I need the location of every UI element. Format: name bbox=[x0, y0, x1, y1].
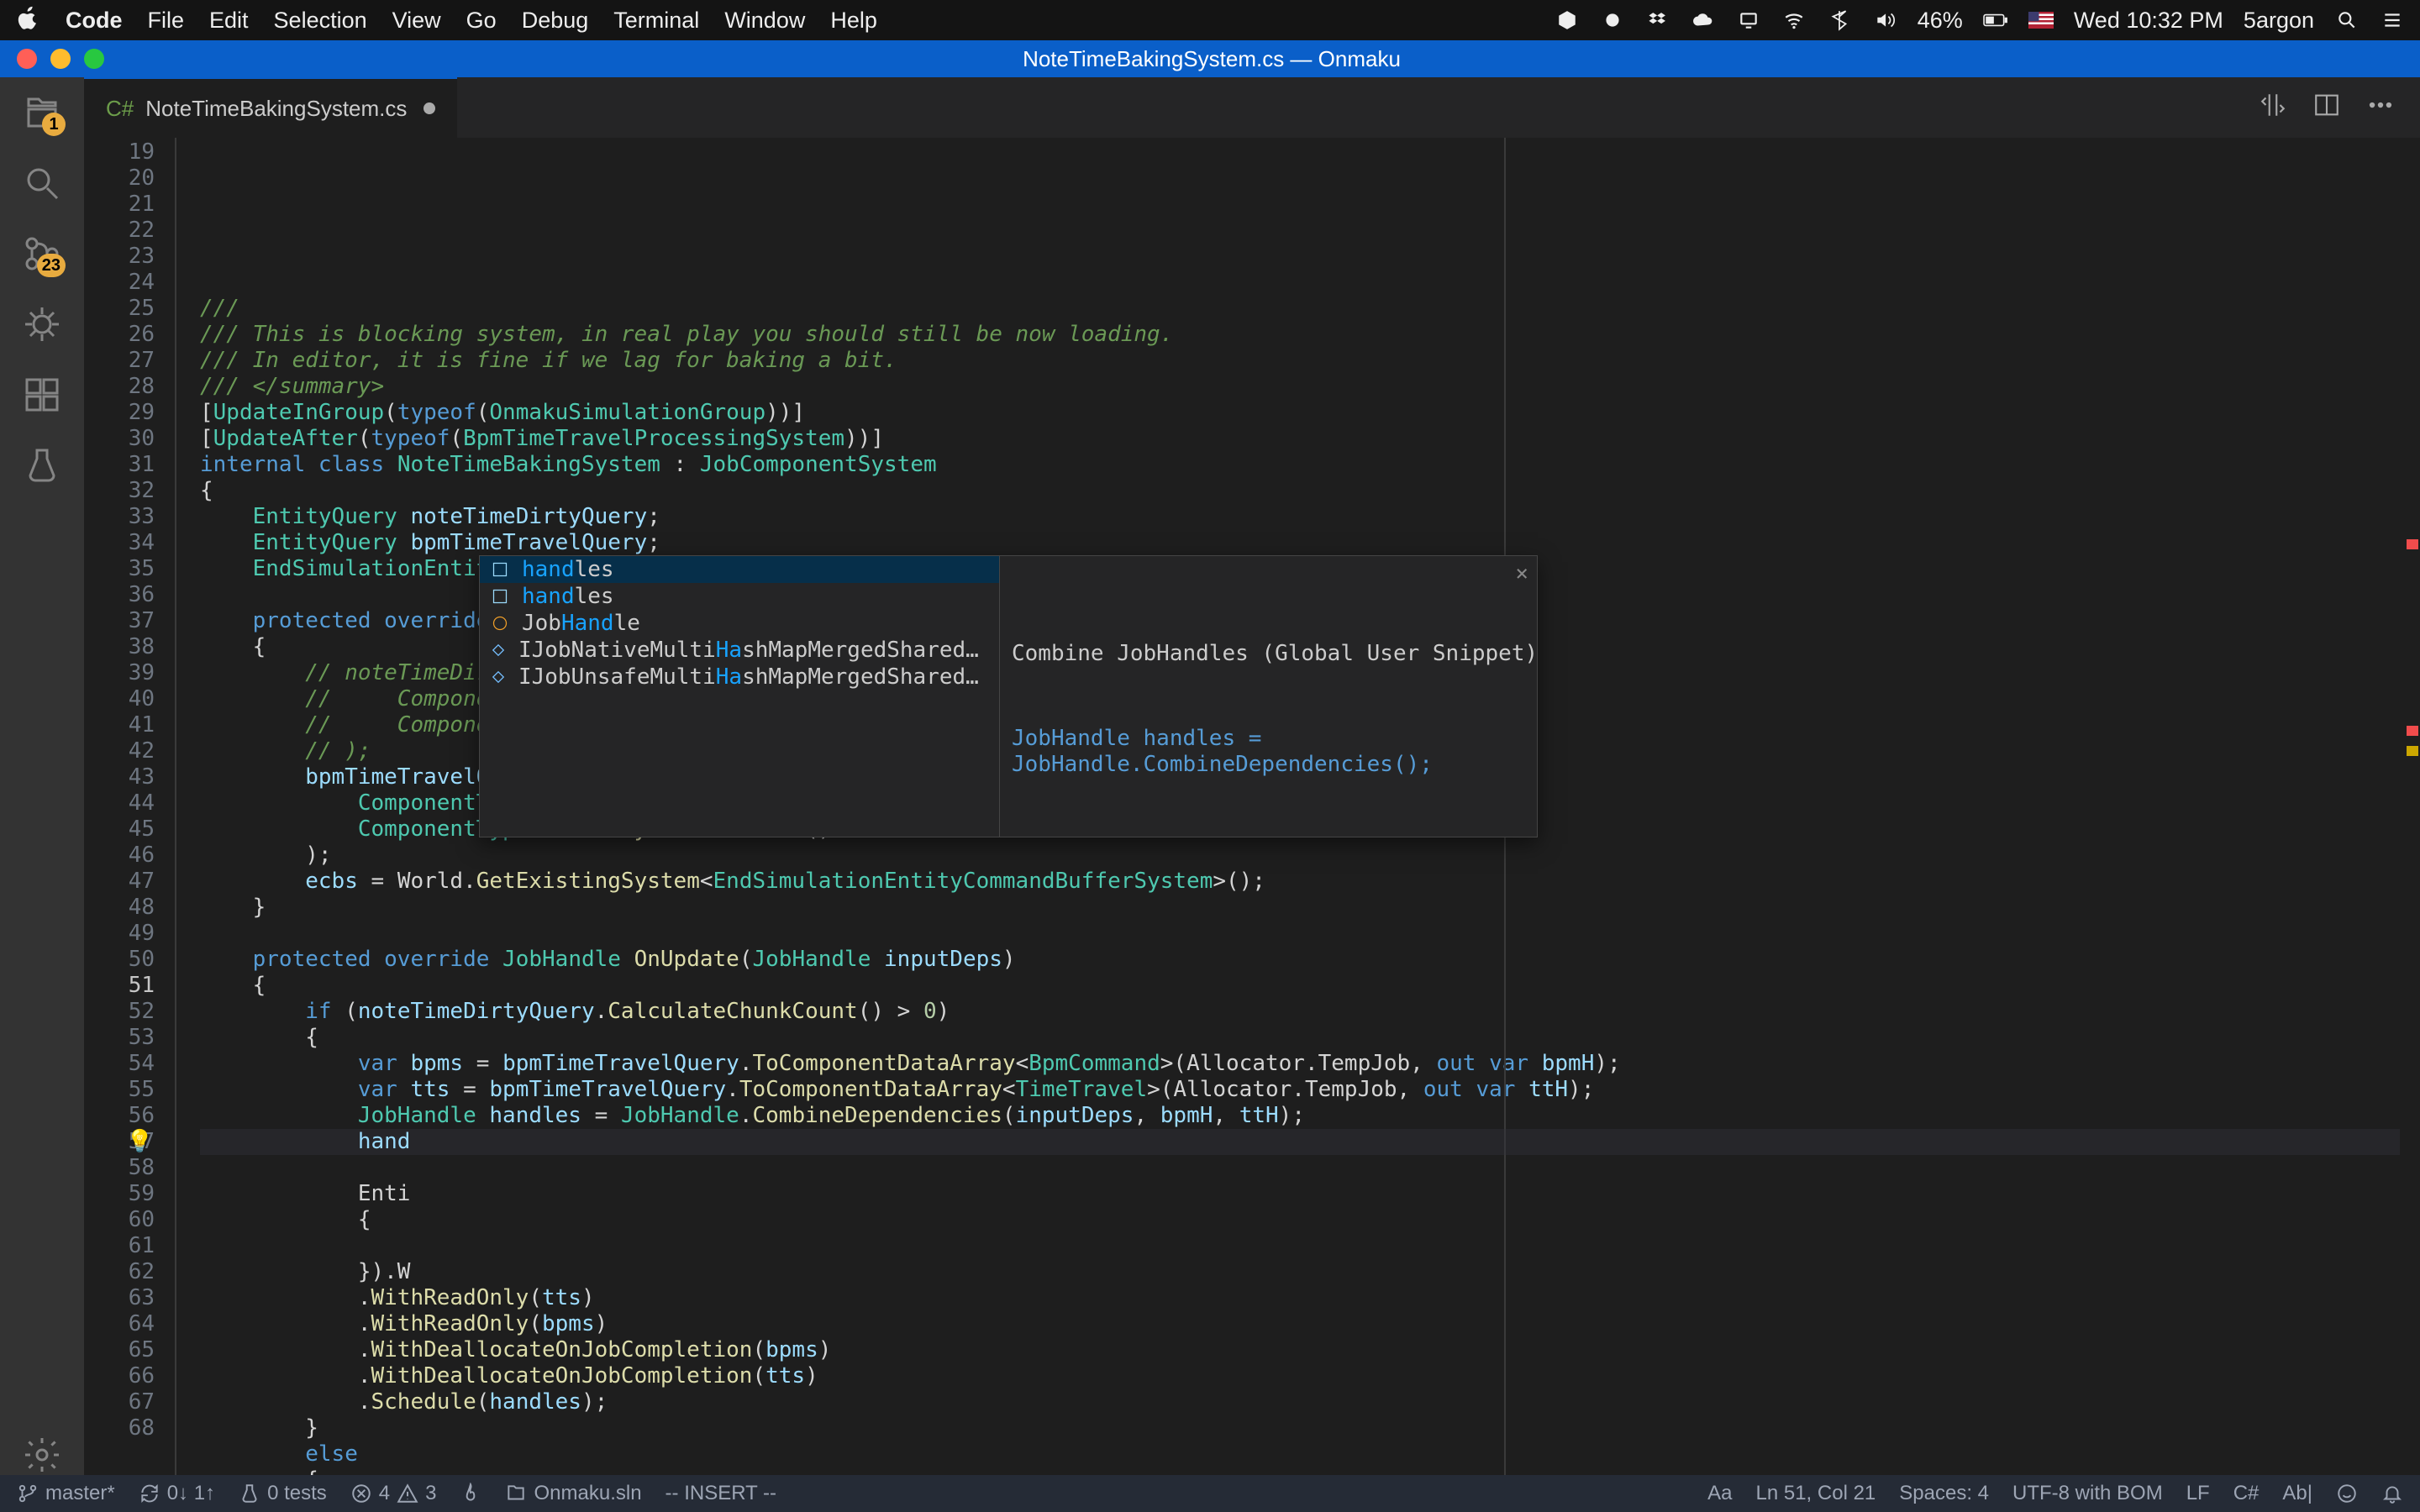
window-zoom-button[interactable] bbox=[84, 49, 104, 69]
unity-icon[interactable] bbox=[1555, 9, 1580, 31]
intellisense-popup: handleshandlesJobHandleIJobNativeMultiHa… bbox=[479, 555, 1538, 837]
menu-window[interactable]: Window bbox=[724, 8, 805, 34]
debug-icon[interactable] bbox=[22, 304, 62, 344]
menu-help[interactable]: Help bbox=[830, 8, 877, 34]
suggestion-item[interactable]: IJobUnsafeMultiHashMapMergedSharedKeyIn.… bbox=[480, 664, 999, 690]
spell-indicator[interactable]: Ab| bbox=[2282, 1482, 2312, 1505]
menu-file[interactable]: File bbox=[148, 8, 185, 34]
cloud-icon[interactable] bbox=[1691, 9, 1716, 31]
problems-indicator[interactable]: 4 3 bbox=[350, 1482, 437, 1505]
eol[interactable]: LF bbox=[2186, 1482, 2210, 1505]
test-icon[interactable] bbox=[22, 445, 62, 486]
code-editor[interactable]: 1920212223242526272829303132333435363738… bbox=[84, 138, 2420, 1475]
csharp-file-icon: C# bbox=[106, 96, 134, 122]
control-center-icon[interactable] bbox=[2380, 9, 2405, 31]
suggestion-item[interactable]: handles bbox=[480, 556, 999, 583]
branch-indicator[interactable]: master* bbox=[17, 1482, 115, 1505]
split-editor-icon[interactable] bbox=[2312, 91, 2341, 125]
bell-icon[interactable] bbox=[2381, 1483, 2403, 1504]
search-icon[interactable] bbox=[22, 163, 62, 203]
menu-view[interactable]: View bbox=[392, 8, 441, 34]
menu-go[interactable]: Go bbox=[466, 8, 497, 34]
suggestion-item[interactable]: handles bbox=[480, 583, 999, 610]
display-icon[interactable] bbox=[1736, 9, 1761, 31]
username[interactable]: 5argon bbox=[2244, 8, 2314, 34]
menu-edit[interactable]: Edit bbox=[209, 8, 249, 34]
clock[interactable]: Wed 10:32 PM bbox=[2074, 8, 2223, 34]
flag-icon[interactable] bbox=[2028, 9, 2054, 31]
suggestion-list[interactable]: handleshandlesJobHandleIJobNativeMultiHa… bbox=[479, 555, 1000, 837]
code-area[interactable]: handleshandlesJobHandleIJobNativeMultiHa… bbox=[175, 138, 2420, 1475]
battery-icon bbox=[1983, 9, 2008, 31]
dropbox-icon[interactable] bbox=[1645, 9, 1670, 31]
settings-gear-icon[interactable] bbox=[22, 1435, 62, 1475]
spotlight-icon[interactable] bbox=[2334, 9, 2360, 31]
suggestion-doc: × Combine JobHandles (Global User Snippe… bbox=[1000, 555, 1538, 837]
feedback-icon[interactable] bbox=[2336, 1483, 2358, 1504]
explorer-badge: 1 bbox=[42, 113, 66, 136]
window-minimize-button[interactable] bbox=[50, 49, 71, 69]
more-actions-icon[interactable] bbox=[2366, 91, 2395, 125]
window-titlebar: NoteTimeBakingSystem.cs — Onmaku bbox=[0, 40, 2420, 77]
overview-ruler[interactable] bbox=[2400, 138, 2420, 1475]
test-count[interactable]: 0 tests bbox=[239, 1482, 327, 1505]
activity-bar: 1 23 bbox=[0, 77, 84, 1475]
volume-icon[interactable] bbox=[1872, 9, 1897, 31]
source-control-icon[interactable]: 23 bbox=[22, 234, 62, 274]
compare-icon[interactable] bbox=[2259, 91, 2287, 125]
case-indicator[interactable]: Aa bbox=[1707, 1482, 1732, 1505]
menu-terminal[interactable]: Terminal bbox=[613, 8, 699, 34]
menu-selection[interactable]: Selection bbox=[274, 8, 367, 34]
wifi-icon[interactable] bbox=[1781, 9, 1807, 31]
lightbulb-icon[interactable]: 💡 bbox=[126, 1129, 153, 1155]
record-icon[interactable] bbox=[1600, 9, 1625, 31]
file-tab[interactable]: C# NoteTimeBakingSystem.cs bbox=[84, 77, 457, 138]
doc-body: JobHandle handles = JobHandle.CombineDep… bbox=[1012, 726, 1525, 778]
extensions-icon[interactable] bbox=[22, 375, 62, 415]
window-close-button[interactable] bbox=[17, 49, 37, 69]
macos-menubar: Code File Edit Selection View Go Debug T… bbox=[0, 0, 2420, 40]
status-bar: master* 0↓ 1↑ 0 tests 4 3 Onmaku.sln -- bbox=[0, 1475, 2420, 1512]
tab-filename: NoteTimeBakingSystem.cs bbox=[145, 96, 407, 122]
line-number-gutter: 1920212223242526272829303132333435363738… bbox=[84, 138, 175, 1475]
window-title: NoteTimeBakingSystem.cs — Onmaku bbox=[104, 46, 2319, 72]
indentation[interactable]: Spaces: 4 bbox=[1899, 1482, 1989, 1505]
fire-icon[interactable] bbox=[460, 1483, 481, 1504]
bluetooth-icon[interactable] bbox=[1827, 9, 1852, 31]
app-name[interactable]: Code bbox=[66, 8, 123, 34]
apple-logo-icon bbox=[15, 5, 40, 36]
dirty-indicator-icon bbox=[424, 102, 435, 114]
suggestion-item[interactable]: JobHandle bbox=[480, 610, 999, 637]
solution-indicator[interactable]: Onmaku.sln bbox=[505, 1482, 641, 1505]
sync-indicator[interactable]: 0↓ 1↑ bbox=[139, 1482, 215, 1505]
encoding[interactable]: UTF-8 with BOM bbox=[2012, 1482, 2163, 1505]
battery-percent: 46% bbox=[1918, 8, 1963, 34]
doc-title: Combine JobHandles (Global User Snippet) bbox=[1012, 641, 1525, 667]
vim-mode: -- INSERT -- bbox=[666, 1482, 776, 1505]
menu-debug[interactable]: Debug bbox=[522, 8, 589, 34]
cursor-position[interactable]: Ln 51, Col 21 bbox=[1756, 1482, 1876, 1505]
scm-badge: 23 bbox=[37, 254, 66, 277]
suggestion-item[interactable]: IJobNativeMultiHashMapMergedSharedKeyIn.… bbox=[480, 637, 999, 664]
language-mode[interactable]: C# bbox=[2233, 1482, 2260, 1505]
close-icon[interactable]: × bbox=[1515, 561, 1528, 587]
explorer-icon[interactable]: 1 bbox=[22, 92, 62, 133]
tab-bar: C# NoteTimeBakingSystem.cs bbox=[84, 77, 2420, 138]
